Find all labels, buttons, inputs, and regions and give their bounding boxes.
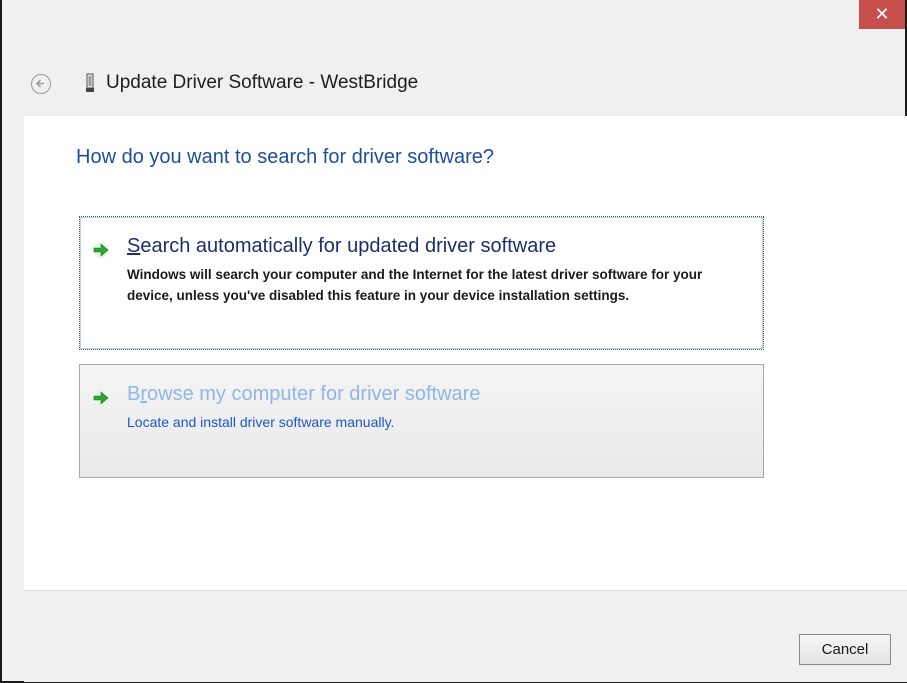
dialog-footer: Cancel — [24, 590, 907, 682]
search-automatically-option[interactable]: Search automatically for updated driver … — [79, 216, 764, 350]
accesskey-letter: S — [127, 235, 141, 257]
cancel-button[interactable]: Cancel — [799, 634, 891, 665]
back-button[interactable] — [31, 74, 51, 94]
page-heading: How do you want to search for driver sof… — [76, 146, 494, 168]
option-title-prefix: B — [127, 383, 141, 405]
browse-computer-option[interactable]: Browse my computer for driver software L… — [79, 364, 764, 478]
option-description: Windows will search your computer and th… — [127, 267, 703, 303]
green-arrow-icon — [93, 390, 109, 406]
device-icon — [86, 73, 94, 92]
close-button[interactable]: ✕ — [859, 0, 905, 29]
option-title: Search automatically for updated driver … — [127, 235, 556, 258]
update-driver-window: ✕ Update Driver Software - WestBridge Ho… — [0, 0, 907, 683]
accesskey-letter: r — [140, 383, 148, 405]
option-title: Browse my computer for driver software — [127, 383, 480, 406]
window-title: Update Driver Software - WestBridge — [106, 72, 419, 93]
title-bar: ✕ Update Driver Software - WestBridge — [2, 0, 905, 116]
dialog-content: How do you want to search for driver sof… — [24, 116, 907, 590]
option-title-text: owse my computer for driver software — [147, 383, 481, 405]
option-title-text: earch automatically for updated driver s… — [140, 235, 557, 257]
option-description: Locate and install driver software manua… — [127, 414, 395, 430]
close-icon: ✕ — [874, 4, 890, 25]
back-arrow-icon — [35, 79, 44, 88]
green-arrow-icon — [93, 242, 109, 258]
